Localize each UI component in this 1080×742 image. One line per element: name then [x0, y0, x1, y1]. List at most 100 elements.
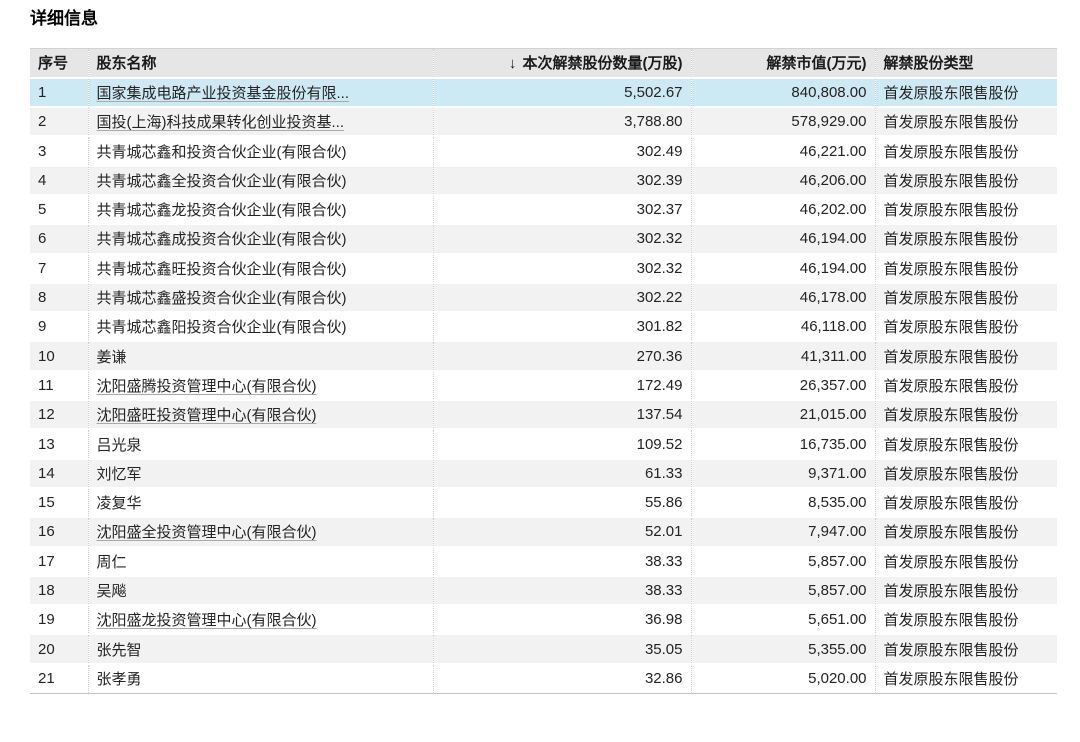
table-row[interactable]: 14 刘忆军 61.33 9,371.00 首发原股东限售股份: [30, 459, 1057, 488]
share-type-cell: 首发原股东限售股份: [875, 78, 1057, 107]
shares-released-cell: 172.49: [433, 371, 691, 400]
table-row[interactable]: 3 共青城芯鑫和投资合伙企业(有限合伙) 302.49 46,221.00 首发…: [30, 136, 1057, 165]
table-row[interactable]: 7 共青城芯鑫旺投资合伙企业(有限合伙) 302.32 46,194.00 首发…: [30, 254, 1057, 283]
market-value-cell: 8,535.00: [691, 488, 875, 517]
market-value-cell: 46,202.00: [691, 195, 875, 224]
shareholder-name-cell: 沈阳盛腾投资管理中心(有限合伙): [88, 371, 433, 400]
market-value-cell: 5,857.00: [691, 547, 875, 576]
shareholder-name: 凌复华: [97, 495, 142, 512]
table-row[interactable]: 19 沈阳盛龙投资管理中心(有限合伙) 36.98 5,651.00 首发原股东…: [30, 605, 1057, 634]
row-index-cell: 3: [30, 136, 88, 165]
share-type-cell: 首发原股东限售股份: [875, 429, 1057, 458]
shareholder-name: 共青城芯鑫盛投资合伙企业(有限合伙): [97, 290, 347, 307]
table-row[interactable]: 11 沈阳盛腾投资管理中心(有限合伙) 172.49 26,357.00 首发原…: [30, 371, 1057, 400]
table-row[interactable]: 13 吕光泉 109.52 16,735.00 首发原股东限售股份: [30, 429, 1057, 458]
column-header-market-value[interactable]: 解禁市值(万元): [691, 49, 875, 78]
column-header-shareholder-name[interactable]: 股东名称: [88, 49, 433, 78]
shares-released-cell: 302.39: [433, 166, 691, 195]
table-row[interactable]: 5 共青城芯鑫龙投资合伙企业(有限合伙) 302.37 46,202.00 首发…: [30, 195, 1057, 224]
shareholder-name: 吕光泉: [97, 437, 142, 454]
market-value-cell: 46,194.00: [691, 224, 875, 253]
shares-released-cell: 32.86: [433, 664, 691, 693]
table-row[interactable]: 20 张先智 35.05 5,355.00 首发原股东限售股份: [30, 634, 1057, 663]
market-value-cell: 5,857.00: [691, 576, 875, 605]
shares-released-cell: 270.36: [433, 341, 691, 370]
shareholder-name: 吴飚: [97, 583, 127, 600]
table-row[interactable]: 21 张孝勇 32.86 5,020.00 首发原股东限售股份: [30, 664, 1057, 693]
shareholder-name-cell: 姜谦: [88, 341, 433, 370]
share-type-cell: 首发原股东限售股份: [875, 166, 1057, 195]
shares-released-cell: 302.32: [433, 224, 691, 253]
shareholder-name-cell: 刘忆军: [88, 459, 433, 488]
table-row[interactable]: 1 国家集成电路产业投资基金股份有限... 5,502.67 840,808.0…: [30, 78, 1057, 107]
share-type-cell: 首发原股东限售股份: [875, 400, 1057, 429]
market-value-cell: 5,355.00: [691, 634, 875, 663]
table-row[interactable]: 4 共青城芯鑫全投资合伙企业(有限合伙) 302.39 46,206.00 首发…: [30, 166, 1057, 195]
column-header-share-type[interactable]: 解禁股份类型: [875, 49, 1057, 78]
table-row[interactable]: 10 姜谦 270.36 41,311.00 首发原股东限售股份: [30, 341, 1057, 370]
column-label: 序号: [38, 55, 68, 72]
table-row[interactable]: 12 沈阳盛旺投资管理中心(有限合伙) 137.54 21,015.00 首发原…: [30, 400, 1057, 429]
shares-released-cell: 137.54: [433, 400, 691, 429]
shares-released-cell: 61.33: [433, 459, 691, 488]
market-value-cell: 46,206.00: [691, 166, 875, 195]
shares-released-cell: 3,788.80: [433, 107, 691, 136]
table-row[interactable]: 6 共青城芯鑫成投资合伙企业(有限合伙) 302.32 46,194.00 首发…: [30, 224, 1057, 253]
shareholder-name-cell: 张孝勇: [88, 664, 433, 693]
column-header-index[interactable]: 序号: [30, 49, 88, 78]
shareholder-name: 共青城芯鑫龙投资合伙企业(有限合伙): [97, 202, 347, 219]
row-index-cell: 10: [30, 341, 88, 370]
row-index-cell: 8: [30, 283, 88, 312]
market-value-cell: 26,357.00: [691, 371, 875, 400]
row-index-cell: 15: [30, 488, 88, 517]
share-type-cell: 首发原股东限售股份: [875, 224, 1057, 253]
shareholder-name-cell: 共青城芯鑫阳投资合伙企业(有限合伙): [88, 312, 433, 341]
shares-released-cell: 35.05: [433, 634, 691, 663]
market-value-cell: 46,194.00: [691, 254, 875, 283]
shareholder-name-cell: 共青城芯鑫成投资合伙企业(有限合伙): [88, 224, 433, 253]
shares-released-cell: 38.33: [433, 547, 691, 576]
shareholder-name-cell: 共青城芯鑫全投资合伙企业(有限合伙): [88, 166, 433, 195]
share-type-cell: 首发原股东限售股份: [875, 254, 1057, 283]
shareholder-name-link[interactable]: 国家集成电路产业投资基金股份有限...: [97, 85, 350, 102]
row-index-cell: 13: [30, 429, 88, 458]
table-row[interactable]: 16 沈阳盛全投资管理中心(有限合伙) 52.01 7,947.00 首发原股东…: [30, 517, 1057, 546]
table-row[interactable]: 2 国投(上海)科技成果转化创业投资基... 3,788.80 578,929.…: [30, 107, 1057, 136]
table-row[interactable]: 9 共青城芯鑫阳投资合伙企业(有限合伙) 301.82 46,118.00 首发…: [30, 312, 1057, 341]
shareholder-name-cell: 周仁: [88, 547, 433, 576]
market-value-cell: 9,371.00: [691, 459, 875, 488]
shares-released-cell: 55.86: [433, 488, 691, 517]
share-type-cell: 首发原股东限售股份: [875, 605, 1057, 634]
shareholder-name: 共青城芯鑫全投资合伙企业(有限合伙): [97, 173, 347, 190]
shareholder-name: 姜谦: [97, 349, 127, 366]
shareholder-name-link[interactable]: 沈阳盛全投资管理中心(有限合伙): [97, 524, 317, 541]
table-row[interactable]: 18 吴飚 38.33 5,857.00 首发原股东限售股份: [30, 576, 1057, 605]
shareholders-table: 序号 股东名称↓ 本次解禁股份数量(万股)解禁市值(万元)解禁股份类型 1 国家集…: [30, 48, 1057, 694]
shareholder-name: 张先智: [97, 642, 142, 659]
market-value-cell: 578,929.00: [691, 107, 875, 136]
shareholder-name-cell: 沈阳盛龙投资管理中心(有限合伙): [88, 605, 433, 634]
row-index-cell: 19: [30, 605, 88, 634]
shareholder-name-link[interactable]: 沈阳盛旺投资管理中心(有限合伙): [97, 407, 317, 424]
row-index-cell: 2: [30, 107, 88, 136]
column-header-shares-released[interactable]: ↓ 本次解禁股份数量(万股): [433, 49, 691, 78]
shareholder-name-cell: 凌复华: [88, 488, 433, 517]
share-type-cell: 首发原股东限售股份: [875, 634, 1057, 663]
shareholder-name: 共青城芯鑫阳投资合伙企业(有限合伙): [97, 319, 347, 336]
share-type-cell: 首发原股东限售股份: [875, 517, 1057, 546]
shareholder-name-link[interactable]: 沈阳盛龙投资管理中心(有限合伙): [97, 612, 317, 629]
table-row[interactable]: 15 凌复华 55.86 8,535.00 首发原股东限售股份: [30, 488, 1057, 517]
shareholder-name-link[interactable]: 国投(上海)科技成果转化创业投资基...: [97, 114, 345, 131]
row-index-cell: 17: [30, 547, 88, 576]
row-index-cell: 20: [30, 634, 88, 663]
shareholder-name-link[interactable]: 沈阳盛腾投资管理中心(有限合伙): [97, 378, 317, 395]
table-row[interactable]: 17 周仁 38.33 5,857.00 首发原股东限售股份: [30, 547, 1057, 576]
shareholder-name-cell: 吕光泉: [88, 429, 433, 458]
table-row[interactable]: 8 共青城芯鑫盛投资合伙企业(有限合伙) 302.22 46,178.00 首发…: [30, 283, 1057, 312]
market-value-cell: 21,015.00: [691, 400, 875, 429]
row-index-cell: 4: [30, 166, 88, 195]
sort-descending-icon: ↓: [509, 55, 521, 72]
shareholder-name-cell: 沈阳盛旺投资管理中心(有限合伙): [88, 400, 433, 429]
share-type-cell: 首发原股东限售股份: [875, 312, 1057, 341]
row-index-cell: 5: [30, 195, 88, 224]
